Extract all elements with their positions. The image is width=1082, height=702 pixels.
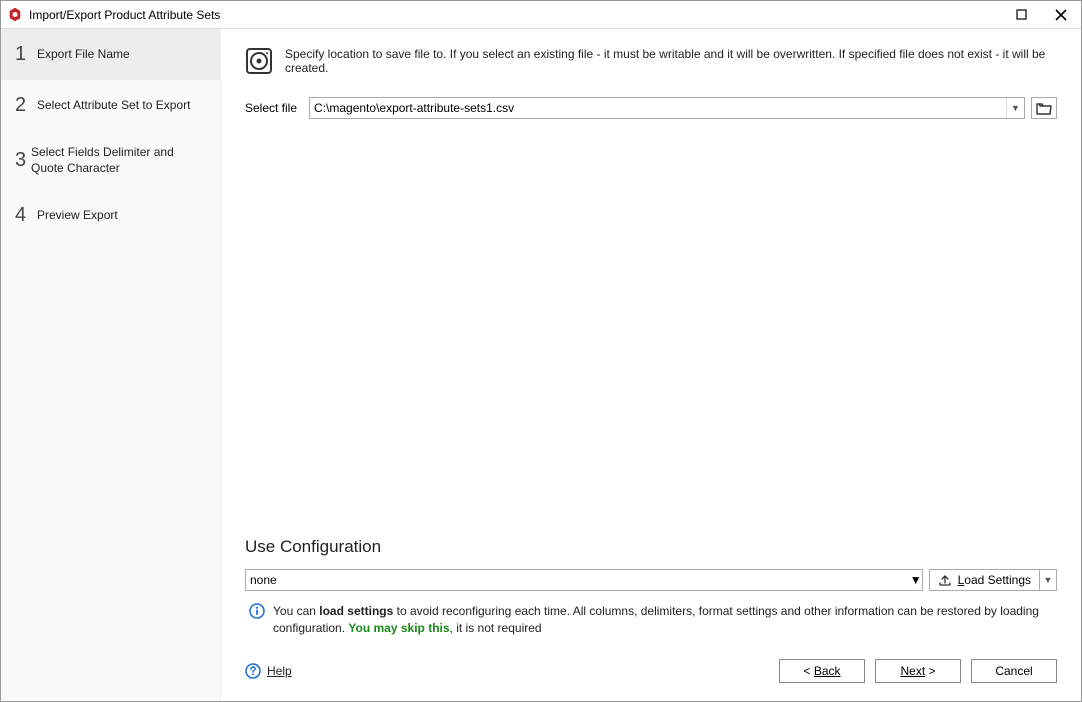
window-title: Import/Export Product Attribute Sets [29, 8, 1001, 22]
step-number: 2 [15, 94, 37, 117]
step-preview-export[interactable]: 4 Preview Export [1, 190, 220, 241]
disk-icon [245, 47, 273, 75]
help-icon [245, 663, 261, 679]
note-pre: You can [273, 604, 319, 618]
close-button[interactable] [1041, 1, 1081, 28]
step-export-file-name[interactable]: 1 Export File Name [1, 29, 220, 80]
file-path-dropdown[interactable]: ▼ [1006, 98, 1024, 118]
info-row: Specify location to save file to. If you… [245, 47, 1057, 75]
load-settings-button[interactable]: Load Settings [930, 570, 1040, 590]
help-link[interactable]: Help [245, 663, 292, 679]
step-number: 4 [15, 204, 37, 227]
configuration-combo[interactable]: none ▼ [245, 569, 923, 591]
step-label: Select Fields Delimiter and Quote Charac… [31, 145, 206, 176]
instruction-text: Specify location to save file to. If you… [285, 47, 1057, 75]
file-path-combo[interactable]: ▼ [309, 97, 1025, 119]
select-file-label: Select file [245, 101, 297, 115]
app-icon [7, 7, 23, 23]
step-select-attribute-set[interactable]: 2 Select Attribute Set to Export [1, 80, 220, 131]
info-note: You can load settings to avoid reconfigu… [245, 603, 1057, 637]
load-settings-dropdown[interactable]: ▼ [1040, 570, 1056, 590]
load-settings-group: Load Settings ▼ [929, 569, 1057, 591]
step-select-delimiter[interactable]: 3 Select Fields Delimiter and Quote Char… [1, 131, 220, 190]
back-button[interactable]: < Back [779, 659, 865, 683]
cancel-button[interactable]: Cancel [971, 659, 1057, 683]
footer: Help < Back Next > Cancel [221, 647, 1081, 701]
maximize-button[interactable] [1001, 1, 1041, 28]
step-label: Export File Name [37, 47, 134, 63]
file-path-input[interactable] [310, 98, 1006, 118]
step-label: Preview Export [37, 208, 122, 224]
next-button[interactable]: Next > [875, 659, 961, 683]
configuration-dropdown[interactable]: ▼ [910, 573, 922, 587]
note-green: You may skip this [348, 621, 449, 635]
titlebar: Import/Export Product Attribute Sets [1, 1, 1081, 29]
load-settings-label: oad Settings [964, 573, 1031, 587]
step-number: 3 [15, 149, 31, 172]
upload-icon [938, 573, 952, 587]
info-icon [249, 603, 265, 619]
help-label: Help [267, 664, 292, 678]
window-controls [1001, 1, 1081, 28]
note-bold: load settings [319, 604, 393, 618]
configuration-selected: none [246, 573, 910, 587]
use-configuration-title: Use Configuration [245, 537, 1057, 557]
wizard-sidebar: 1 Export File Name 2 Select Attribute Se… [1, 29, 221, 701]
step-label: Select Attribute Set to Export [37, 98, 194, 114]
browse-button[interactable] [1031, 97, 1057, 119]
note-post: , it is not required [450, 621, 542, 635]
step-number: 1 [15, 43, 37, 66]
